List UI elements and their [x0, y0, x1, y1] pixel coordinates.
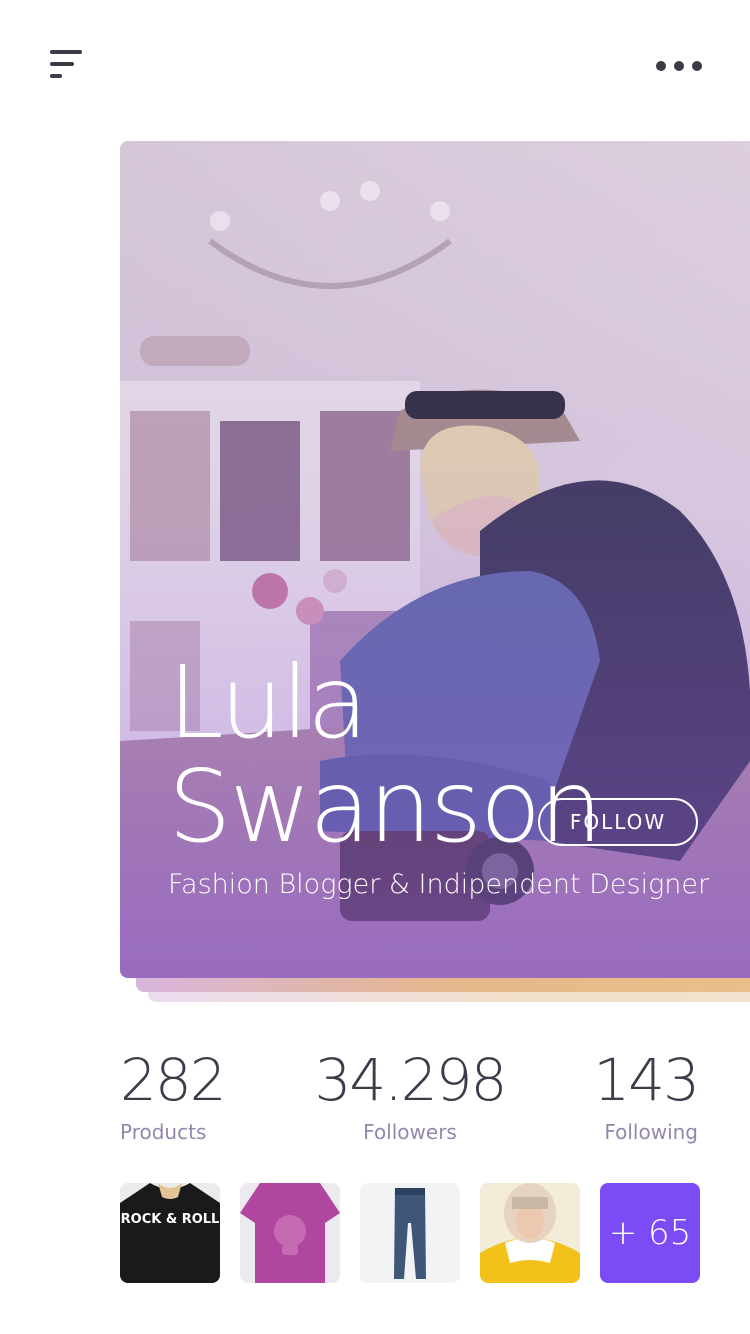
profile-hero-card[interactable]: Lula Swanson FOLLOW Fashion Blogger & In…: [120, 141, 750, 978]
product-thumbnail-jeans[interactable]: [360, 1183, 460, 1283]
stat-products[interactable]: 282 Products: [120, 1046, 227, 1144]
more-dot: [674, 61, 684, 71]
stat-followers-label: Followers: [363, 1120, 457, 1144]
profile-name: Lula Swanson: [168, 644, 603, 865]
menu-line: [50, 50, 82, 54]
profile-first-name: Lula: [168, 644, 368, 761]
more-dot: [656, 61, 666, 71]
product-thumbnails: ROCK & ROLL + 65: [120, 1183, 700, 1283]
menu-line: [50, 74, 62, 78]
stat-products-value: 282: [120, 1046, 227, 1114]
stat-followers[interactable]: 34.298 Followers: [310, 1046, 510, 1144]
product-thumbnail-yellow-hoodie[interactable]: [480, 1183, 580, 1283]
thumbnail-print-text: ROCK & ROLL: [121, 1212, 220, 1227]
more-products-button[interactable]: + 65: [600, 1183, 700, 1283]
menu-line: [50, 62, 74, 66]
stat-products-label: Products: [120, 1120, 207, 1144]
profile-last-name: Swanson: [168, 748, 603, 865]
profile-screen: Lula Swanson FOLLOW Fashion Blogger & In…: [0, 0, 750, 1334]
stat-following-label: Following: [604, 1120, 698, 1144]
stat-following-value: 143: [593, 1046, 700, 1114]
hamburger-menu-icon[interactable]: [50, 50, 84, 80]
follow-button[interactable]: FOLLOW: [538, 798, 698, 846]
product-thumbnail-pink-tee[interactable]: [240, 1183, 340, 1283]
profile-subtitle: Fashion Blogger & Indipendent Designer: [168, 869, 710, 900]
stat-following[interactable]: 143 Following: [593, 1046, 700, 1144]
more-horizontal-icon[interactable]: [656, 56, 702, 76]
product-thumbnail-rock-roll-sweater[interactable]: ROCK & ROLL: [120, 1183, 220, 1283]
more-dot: [692, 61, 702, 71]
stat-followers-value: 34.298: [314, 1046, 508, 1114]
